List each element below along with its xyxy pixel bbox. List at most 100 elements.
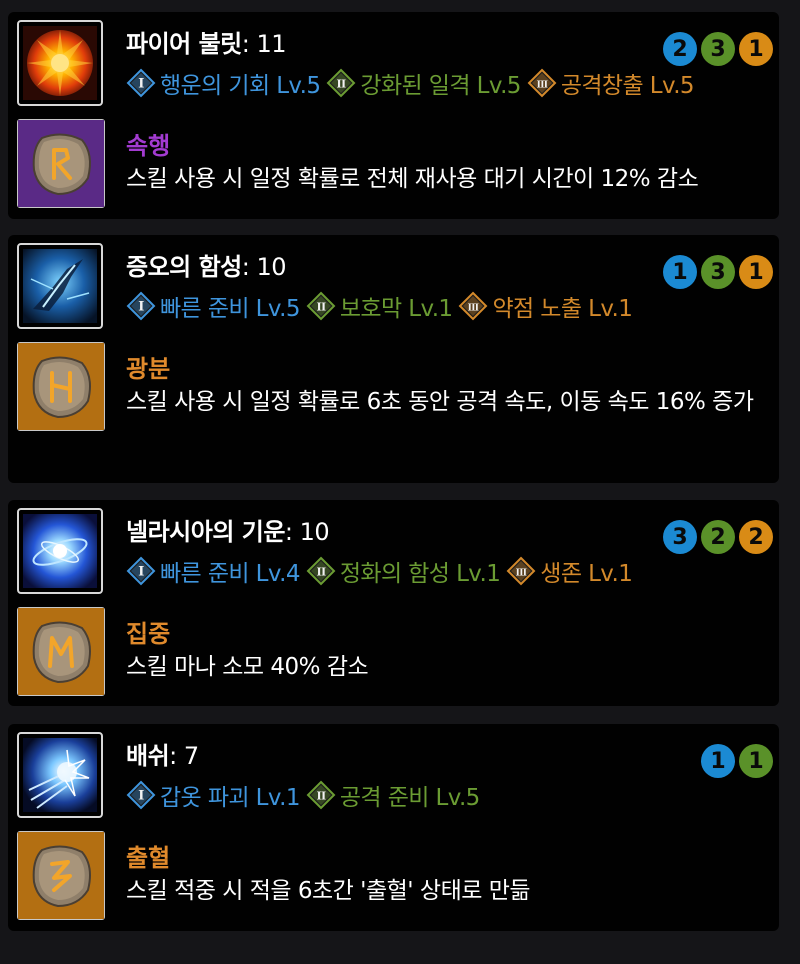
tripod-label: 정화의 함성 Lv.1 xyxy=(339,561,501,587)
tripod-item: I 갑옷 파괴 Lv.1 xyxy=(126,778,300,812)
tripod-label: 약점 노출 Lv.1 xyxy=(492,296,633,322)
svg-text:I: I xyxy=(138,789,144,804)
tier-iii-icon: III xyxy=(506,556,536,586)
rune-icon-frame[interactable] xyxy=(17,607,105,696)
rune-rabbit-icon xyxy=(18,120,104,207)
hateful-shout-skill-icon xyxy=(23,249,97,323)
fire-bullet-skill-icon xyxy=(23,26,97,100)
nelasia-energy-skill-icon xyxy=(23,514,97,588)
tier-i-icon: I xyxy=(126,556,156,586)
rune-h-icon xyxy=(18,343,104,430)
rune-icon-frame[interactable] xyxy=(17,831,105,920)
skill-card[interactable]: 파이어 불릿: 11 231 I 행운의 기회 Lv.5 II 강화된 일격 L… xyxy=(8,12,779,219)
tripod-selection-badge: 1 xyxy=(739,255,773,289)
skill-card[interactable]: 넬라시아의 기운: 10 322 I 빠른 준비 Lv.4 II 정화의 함성 … xyxy=(8,500,779,706)
tripod-label: 생존 Lv.1 xyxy=(540,561,633,587)
tripod-row: I 빠른 준비 Lv.5 II 보호막 Lv.1 III 약점 노출 Lv.1 xyxy=(126,289,638,323)
tripod-selection-badge: 1 xyxy=(663,255,697,289)
rune-description: 스킬 사용 시 일정 확률로 전체 재사용 대기 시간이 12% 감소 xyxy=(126,166,699,192)
svg-text:I: I xyxy=(138,300,144,315)
tripod-item: II 공격 준비 Lv.5 xyxy=(306,778,480,812)
svg-text:II: II xyxy=(316,790,326,803)
tier-ii-icon: II xyxy=(306,556,336,586)
skill-card[interactable]: 증오의 함성: 10 131 I 빠른 준비 Lv.5 II 보호막 Lv.1 … xyxy=(8,235,779,483)
rune-name: 속행 xyxy=(126,132,171,160)
rune-m-icon xyxy=(18,608,104,695)
skill-title: 넬라시아의 기운: 10 xyxy=(126,512,330,547)
tier-ii-icon: II xyxy=(306,780,336,810)
tier-i-icon: I xyxy=(126,291,156,321)
skill-icon-frame[interactable] xyxy=(17,20,103,106)
tripod-selection-badge: 2 xyxy=(701,520,735,554)
tripod-badges: 11 xyxy=(701,744,773,778)
tripod-row: I 행운의 기회 Lv.5 II 강화된 일격 Lv.5 III 공격창출 Lv… xyxy=(126,66,700,100)
tripod-item: III 약점 노출 Lv.1 xyxy=(458,289,633,323)
svg-text:III: III xyxy=(468,304,479,314)
tripod-badges: 131 xyxy=(663,255,773,289)
skill-icon-frame[interactable] xyxy=(17,508,103,594)
tripod-item: I 빠른 준비 Lv.4 xyxy=(126,554,300,588)
svg-text:II: II xyxy=(316,301,326,314)
skill-name: 넬라시아의 기운 xyxy=(126,518,285,546)
skill-level: : 7 xyxy=(169,742,199,770)
tripod-label: 강화된 일격 Lv.5 xyxy=(360,73,521,99)
bash-skill-icon xyxy=(23,738,97,812)
rune-name: 광분 xyxy=(126,355,171,383)
tripod-label: 보호막 Lv.1 xyxy=(339,296,453,322)
svg-text:III: III xyxy=(536,81,547,91)
tripod-selection-badge: 1 xyxy=(739,32,773,66)
tripod-selection-badge: 3 xyxy=(663,520,697,554)
skill-title: 배쉬: 7 xyxy=(126,736,199,771)
rune-name: 출혈 xyxy=(126,844,171,872)
rune-icon-frame[interactable] xyxy=(17,342,105,431)
tripod-label: 빠른 준비 Lv.5 xyxy=(160,296,300,322)
skill-title: 파이어 불릿: 11 xyxy=(126,24,287,59)
tripod-selection-badge: 3 xyxy=(701,255,735,289)
skill-card[interactable]: 배쉬: 7 11 I 갑옷 파괴 Lv.1 II 공격 준비 Lv.5 출혈 스… xyxy=(8,724,779,931)
tier-ii-icon: II xyxy=(306,291,336,321)
skill-list: 파이어 불릿: 11 231 I 행운의 기회 Lv.5 II 강화된 일격 L… xyxy=(0,0,800,964)
tripod-label: 공격 준비 Lv.5 xyxy=(339,785,480,811)
tripod-selection-badge: 3 xyxy=(701,32,735,66)
skill-icon-frame[interactable] xyxy=(17,243,103,329)
tripod-item: I 빠른 준비 Lv.5 xyxy=(126,289,300,323)
rune-bleed-icon xyxy=(18,832,104,919)
rune-description: 스킬 사용 시 일정 확률로 6초 동안 공격 속도, 이동 속도 16% 증가 xyxy=(126,389,754,415)
tier-ii-icon: II xyxy=(326,68,356,98)
skill-name: 배쉬 xyxy=(126,742,170,770)
tripod-badges: 231 xyxy=(663,32,773,66)
svg-text:III: III xyxy=(516,569,527,579)
tier-i-icon: I xyxy=(126,68,156,98)
tripod-item: I 행운의 기회 Lv.5 xyxy=(126,66,321,100)
svg-text:I: I xyxy=(138,77,144,92)
svg-text:II: II xyxy=(316,566,326,579)
tier-iii-icon: III xyxy=(527,68,557,98)
skill-level: : 10 xyxy=(241,253,287,281)
tripod-selection-badge: 1 xyxy=(701,744,735,778)
tripod-label: 빠른 준비 Lv.4 xyxy=(160,561,300,587)
tripod-row: I 빠른 준비 Lv.4 II 정화의 함성 Lv.1 III 생존 Lv.1 xyxy=(126,554,638,588)
rune-icon-frame[interactable] xyxy=(17,119,105,208)
skill-icon-frame[interactable] xyxy=(17,732,103,818)
skill-level: : 10 xyxy=(284,518,330,546)
tier-i-icon: I xyxy=(126,780,156,810)
tripod-selection-badge: 2 xyxy=(663,32,697,66)
skill-level: : 11 xyxy=(241,30,287,58)
tripod-badges: 322 xyxy=(663,520,773,554)
tripod-row: I 갑옷 파괴 Lv.1 II 공격 준비 Lv.5 xyxy=(126,778,486,812)
tripod-label: 갑옷 파괴 Lv.1 xyxy=(160,785,300,811)
tripod-item: III 생존 Lv.1 xyxy=(506,554,633,588)
svg-text:I: I xyxy=(138,565,144,580)
skill-name: 파이어 불릿 xyxy=(126,30,242,58)
tripod-selection-badge: 2 xyxy=(739,520,773,554)
tripod-item: III 공격창출 Lv.5 xyxy=(527,66,695,100)
tripod-item: II 보호막 Lv.1 xyxy=(306,289,453,323)
skill-name: 증오의 함성 xyxy=(126,253,242,281)
tripod-item: II 강화된 일격 Lv.5 xyxy=(326,66,521,100)
rune-description: 스킬 적중 시 적을 6초간 '출혈' 상태로 만듦 xyxy=(126,878,531,904)
rune-name: 집중 xyxy=(126,620,171,648)
svg-text:II: II xyxy=(337,78,347,91)
rune-description: 스킬 마나 소모 40% 감소 xyxy=(126,654,369,680)
skill-title: 증오의 함성: 10 xyxy=(126,247,287,282)
tripod-label: 행운의 기회 Lv.5 xyxy=(160,73,321,99)
